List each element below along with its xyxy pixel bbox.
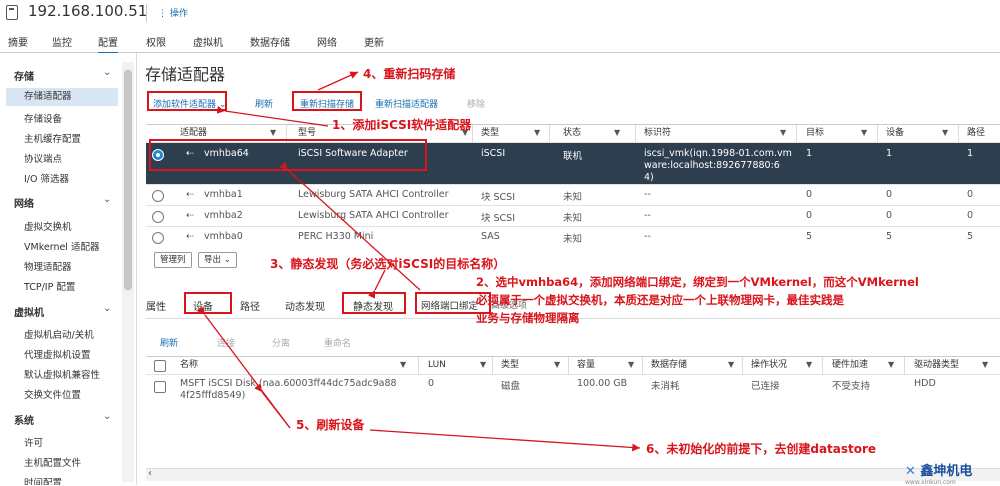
- annotation-2: 2、选中vmhba64，添加网络端口绑定，绑定到一个VMkernel，而这个VM…: [476, 275, 919, 289]
- arrow-6: [369, 429, 641, 452]
- annotation-arrows: [197, 71, 641, 452]
- watermark-name: 鑫坤机电: [920, 464, 973, 479]
- logo-icon: ✕: [905, 464, 921, 479]
- annotation-1: 1、添加iSCSI软件适配器: [332, 118, 472, 132]
- annotation-5: 5、刷新设备: [296, 418, 365, 432]
- annotation-6: 6、未初始化的前提下，去创建datastore: [646, 442, 877, 456]
- arrow-2: [279, 161, 421, 291]
- annotation-4: 4、重新扫码存储: [363, 67, 456, 81]
- annotation-2: 业务与存储物理隔离: [476, 311, 580, 325]
- annotation-2: 必须属于一个虚拟交换机，本质还是对应一个上联物理网卡，最佳实践是: [476, 293, 844, 307]
- watermark-logo: ✕ 鑫坤机电 www.xinkun.com: [905, 460, 972, 486]
- arrow-4: [317, 71, 359, 91]
- arrow-5b: [254, 383, 291, 429]
- arrow-3: [368, 269, 386, 299]
- arrow-1: [216, 106, 329, 127]
- annotation-3: 3、静态发现（务必选对iSCSI的目标名称）: [270, 257, 506, 271]
